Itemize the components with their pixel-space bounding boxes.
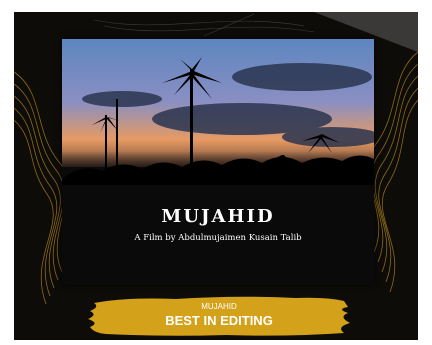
film-poster: MUJAHID A Film by Abdulmujaimen Kusain T… <box>62 39 374 285</box>
poster-subtitle: A Film by Abdulmujaimen Kusain Talib <box>133 233 302 243</box>
poster-title: MUJAHID <box>161 206 274 227</box>
award-title: BEST IN EDITING <box>165 313 273 328</box>
award-banner: MUJAHID BEST IN EDITING <box>86 293 352 339</box>
award-card: MUJAHID A Film by Abdulmujaimen Kusain T… <box>14 12 418 340</box>
award-film-name: MUJAHID <box>201 302 237 311</box>
sunset-palm-scene: MUJAHID A Film by Abdulmujaimen Kusain T… <box>62 39 374 285</box>
